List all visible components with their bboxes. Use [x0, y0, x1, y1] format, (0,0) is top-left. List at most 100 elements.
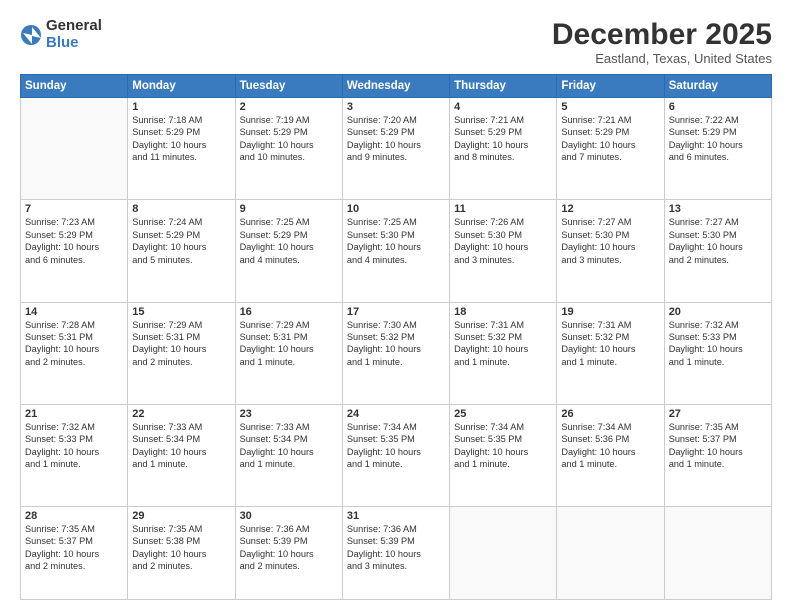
- day-header-thursday: Thursday: [450, 75, 557, 98]
- day-cell: [557, 507, 664, 600]
- day-info: Sunrise: 7:29 AMSunset: 5:31 PMDaylight:…: [132, 319, 230, 369]
- calendar-table: SundayMondayTuesdayWednesdayThursdayFrid…: [20, 74, 772, 600]
- day-cell: [664, 507, 771, 600]
- month-title: December 2025: [552, 18, 772, 51]
- day-header-monday: Monday: [128, 75, 235, 98]
- page: General Blue December 2025 Eastland, Tex…: [0, 0, 792, 612]
- day-info: Sunrise: 7:34 AMSunset: 5:36 PMDaylight:…: [561, 421, 659, 471]
- day-number: 1: [132, 101, 230, 113]
- day-cell: 7Sunrise: 7:23 AMSunset: 5:29 PMDaylight…: [21, 200, 128, 302]
- day-info: Sunrise: 7:32 AMSunset: 5:33 PMDaylight:…: [669, 319, 767, 369]
- day-cell: 4Sunrise: 7:21 AMSunset: 5:29 PMDaylight…: [450, 98, 557, 200]
- day-number: 21: [25, 408, 123, 420]
- day-header-tuesday: Tuesday: [235, 75, 342, 98]
- logo-icon: [20, 24, 42, 46]
- day-info: Sunrise: 7:29 AMSunset: 5:31 PMDaylight:…: [240, 319, 338, 369]
- day-number: 4: [454, 101, 552, 113]
- day-cell: 29Sunrise: 7:35 AMSunset: 5:38 PMDayligh…: [128, 507, 235, 600]
- day-cell: 2Sunrise: 7:19 AMSunset: 5:29 PMDaylight…: [235, 98, 342, 200]
- day-number: 7: [25, 203, 123, 215]
- title-block: December 2025 Eastland, Texas, United St…: [552, 18, 772, 66]
- day-info: Sunrise: 7:30 AMSunset: 5:32 PMDaylight:…: [347, 319, 445, 369]
- day-info: Sunrise: 7:19 AMSunset: 5:29 PMDaylight:…: [240, 114, 338, 164]
- day-info: Sunrise: 7:27 AMSunset: 5:30 PMDaylight:…: [669, 216, 767, 266]
- day-info: Sunrise: 7:32 AMSunset: 5:33 PMDaylight:…: [25, 421, 123, 471]
- day-number: 9: [240, 203, 338, 215]
- day-cell: 23Sunrise: 7:33 AMSunset: 5:34 PMDayligh…: [235, 404, 342, 506]
- day-cell: 22Sunrise: 7:33 AMSunset: 5:34 PMDayligh…: [128, 404, 235, 506]
- day-cell: 12Sunrise: 7:27 AMSunset: 5:30 PMDayligh…: [557, 200, 664, 302]
- day-info: Sunrise: 7:35 AMSunset: 5:37 PMDaylight:…: [25, 523, 123, 573]
- day-cell: 1Sunrise: 7:18 AMSunset: 5:29 PMDaylight…: [128, 98, 235, 200]
- day-info: Sunrise: 7:23 AMSunset: 5:29 PMDaylight:…: [25, 216, 123, 266]
- day-info: Sunrise: 7:31 AMSunset: 5:32 PMDaylight:…: [454, 319, 552, 369]
- day-number: 5: [561, 101, 659, 113]
- day-number: 22: [132, 408, 230, 420]
- week-row-1: 1Sunrise: 7:18 AMSunset: 5:29 PMDaylight…: [21, 98, 772, 200]
- day-number: 8: [132, 203, 230, 215]
- day-number: 11: [454, 203, 552, 215]
- day-number: 26: [561, 408, 659, 420]
- day-cell: [450, 507, 557, 600]
- day-cell: 30Sunrise: 7:36 AMSunset: 5:39 PMDayligh…: [235, 507, 342, 600]
- week-row-4: 21Sunrise: 7:32 AMSunset: 5:33 PMDayligh…: [21, 404, 772, 506]
- day-header-friday: Friday: [557, 75, 664, 98]
- day-cell: 13Sunrise: 7:27 AMSunset: 5:30 PMDayligh…: [664, 200, 771, 302]
- day-info: Sunrise: 7:36 AMSunset: 5:39 PMDaylight:…: [240, 523, 338, 573]
- day-number: 6: [669, 101, 767, 113]
- day-number: 15: [132, 306, 230, 318]
- day-header-sunday: Sunday: [21, 75, 128, 98]
- day-number: 24: [347, 408, 445, 420]
- header: General Blue December 2025 Eastland, Tex…: [20, 18, 772, 66]
- day-number: 17: [347, 306, 445, 318]
- day-number: 27: [669, 408, 767, 420]
- day-cell: 9Sunrise: 7:25 AMSunset: 5:29 PMDaylight…: [235, 200, 342, 302]
- day-cell: 21Sunrise: 7:32 AMSunset: 5:33 PMDayligh…: [21, 404, 128, 506]
- day-cell: 27Sunrise: 7:35 AMSunset: 5:37 PMDayligh…: [664, 404, 771, 506]
- day-cell: 10Sunrise: 7:25 AMSunset: 5:30 PMDayligh…: [342, 200, 449, 302]
- day-number: 13: [669, 203, 767, 215]
- day-cell: 5Sunrise: 7:21 AMSunset: 5:29 PMDaylight…: [557, 98, 664, 200]
- day-cell: 14Sunrise: 7:28 AMSunset: 5:31 PMDayligh…: [21, 302, 128, 404]
- logo: General Blue: [20, 18, 102, 51]
- location: Eastland, Texas, United States: [552, 51, 772, 66]
- day-cell: 28Sunrise: 7:35 AMSunset: 5:37 PMDayligh…: [21, 507, 128, 600]
- day-cell: 24Sunrise: 7:34 AMSunset: 5:35 PMDayligh…: [342, 404, 449, 506]
- day-cell: 6Sunrise: 7:22 AMSunset: 5:29 PMDaylight…: [664, 98, 771, 200]
- day-number: 2: [240, 101, 338, 113]
- day-header-saturday: Saturday: [664, 75, 771, 98]
- day-number: 16: [240, 306, 338, 318]
- day-info: Sunrise: 7:28 AMSunset: 5:31 PMDaylight:…: [25, 319, 123, 369]
- day-number: 3: [347, 101, 445, 113]
- day-info: Sunrise: 7:35 AMSunset: 5:38 PMDaylight:…: [132, 523, 230, 573]
- day-cell: 20Sunrise: 7:32 AMSunset: 5:33 PMDayligh…: [664, 302, 771, 404]
- day-number: 31: [347, 510, 445, 522]
- logo-text: General Blue: [46, 18, 102, 51]
- day-number: 20: [669, 306, 767, 318]
- day-cell: 8Sunrise: 7:24 AMSunset: 5:29 PMDaylight…: [128, 200, 235, 302]
- day-cell: 26Sunrise: 7:34 AMSunset: 5:36 PMDayligh…: [557, 404, 664, 506]
- day-info: Sunrise: 7:34 AMSunset: 5:35 PMDaylight:…: [347, 421, 445, 471]
- day-info: Sunrise: 7:31 AMSunset: 5:32 PMDaylight:…: [561, 319, 659, 369]
- day-cell: 3Sunrise: 7:20 AMSunset: 5:29 PMDaylight…: [342, 98, 449, 200]
- day-info: Sunrise: 7:34 AMSunset: 5:35 PMDaylight:…: [454, 421, 552, 471]
- day-info: Sunrise: 7:33 AMSunset: 5:34 PMDaylight:…: [132, 421, 230, 471]
- day-info: Sunrise: 7:33 AMSunset: 5:34 PMDaylight:…: [240, 421, 338, 471]
- day-number: 30: [240, 510, 338, 522]
- day-info: Sunrise: 7:20 AMSunset: 5:29 PMDaylight:…: [347, 114, 445, 164]
- day-number: 19: [561, 306, 659, 318]
- day-cell: [21, 98, 128, 200]
- day-cell: 11Sunrise: 7:26 AMSunset: 5:30 PMDayligh…: [450, 200, 557, 302]
- logo-blue: Blue: [46, 35, 102, 52]
- day-number: 25: [454, 408, 552, 420]
- day-cell: 16Sunrise: 7:29 AMSunset: 5:31 PMDayligh…: [235, 302, 342, 404]
- day-info: Sunrise: 7:25 AMSunset: 5:29 PMDaylight:…: [240, 216, 338, 266]
- day-number: 10: [347, 203, 445, 215]
- day-info: Sunrise: 7:25 AMSunset: 5:30 PMDaylight:…: [347, 216, 445, 266]
- day-number: 14: [25, 306, 123, 318]
- day-info: Sunrise: 7:26 AMSunset: 5:30 PMDaylight:…: [454, 216, 552, 266]
- day-number: 18: [454, 306, 552, 318]
- day-info: Sunrise: 7:18 AMSunset: 5:29 PMDaylight:…: [132, 114, 230, 164]
- day-number: 12: [561, 203, 659, 215]
- day-cell: 19Sunrise: 7:31 AMSunset: 5:32 PMDayligh…: [557, 302, 664, 404]
